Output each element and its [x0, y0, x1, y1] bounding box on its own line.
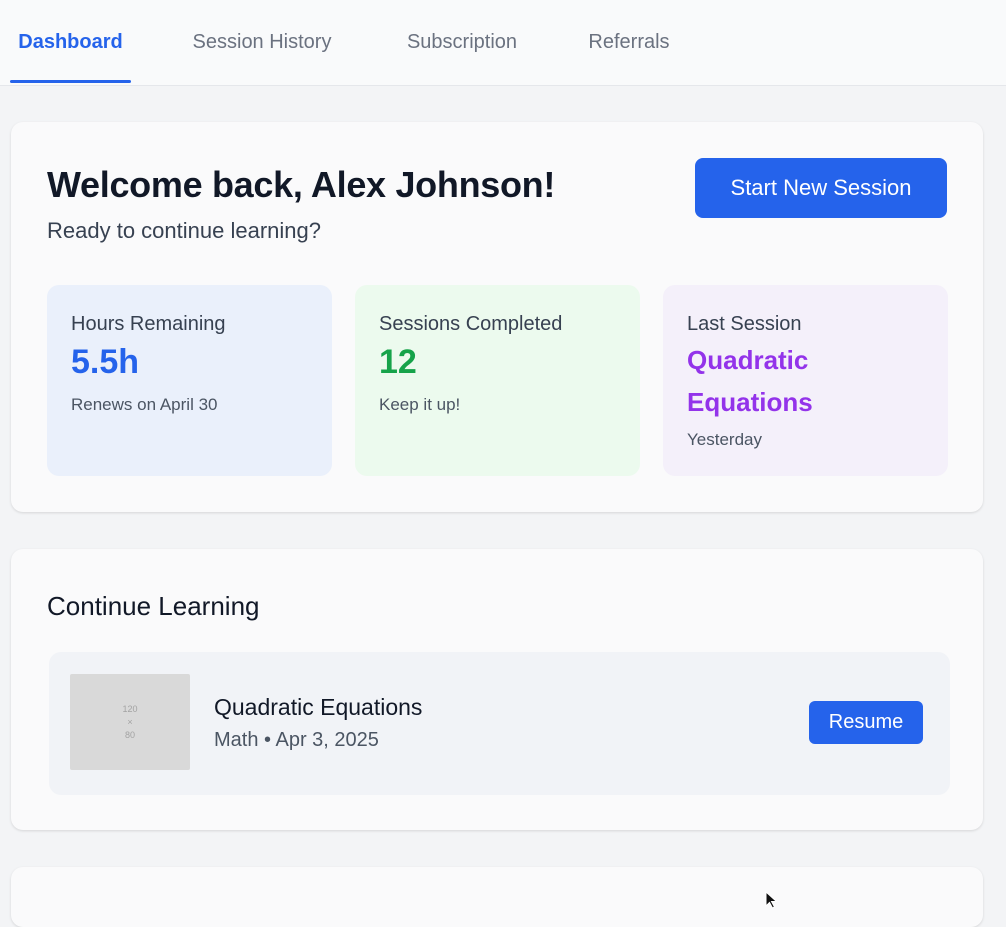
stat-value: Quadratic Equations [687, 345, 813, 417]
welcome-card: Welcome back, Alex Johnson! Ready to con… [11, 122, 983, 512]
tab-session-history[interactable]: Session History [172, 0, 352, 84]
thumbnail-text: × [127, 716, 133, 727]
section-title: Continue Learning [47, 591, 260, 621]
stat-value: 12 [379, 343, 417, 381]
stat-card-hours-remaining: Hours Remaining 5.5h Renews on April 30 [47, 285, 332, 476]
next-card [11, 867, 983, 927]
stat-label: Hours Remaining [71, 313, 226, 335]
tab-referrals[interactable]: Referrals [574, 0, 684, 84]
tab-dashboard[interactable]: Dashboard [10, 0, 131, 84]
welcome-title: Welcome back, Alex Johnson! [47, 164, 556, 205]
mouse-pointer-icon [765, 891, 778, 909]
start-new-session-button[interactable]: Start New Session [695, 158, 947, 218]
stat-note: Keep it up! [379, 395, 461, 414]
stat-value: 5.5h [71, 343, 140, 381]
course-title: Quadratic Equations [214, 694, 423, 720]
stat-note: Renews on April 30 [71, 395, 218, 414]
thumbnail-text: 80 [124, 729, 135, 740]
active-tab-indicator [10, 80, 131, 83]
stat-card-last-session: Last Session Quadratic Equations Yesterd… [663, 285, 948, 476]
course-thumbnail: 120 × 80 [70, 674, 190, 770]
stat-label: Last Session [687, 313, 802, 335]
stat-note: Yesterday [687, 430, 762, 449]
tab-bar: Dashboard Session History Subscription R… [0, 0, 1006, 86]
list-item: 120 × 80 Quadratic Equations Math • Apr … [49, 652, 950, 795]
tab-subscription[interactable]: Subscription [390, 0, 534, 84]
welcome-subtitle: Ready to continue learning? [47, 218, 321, 243]
stat-card-sessions-completed: Sessions Completed 12 Keep it up! [355, 285, 640, 476]
stat-label: Sessions Completed [379, 313, 563, 335]
thumbnail-text: 120 [122, 703, 138, 714]
resume-button[interactable]: Resume [809, 701, 923, 744]
course-meta: Math • Apr 3, 2025 [214, 729, 379, 751]
continue-learning-card: Continue Learning 120 × 80 Quadratic Equ… [11, 549, 983, 830]
